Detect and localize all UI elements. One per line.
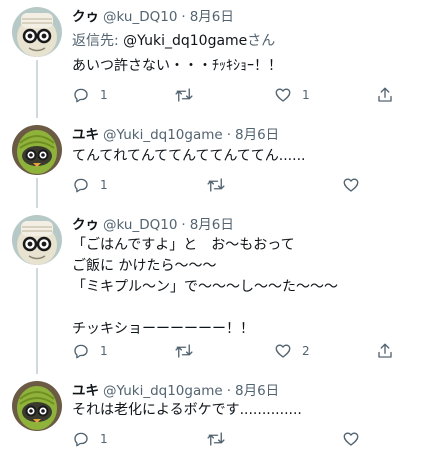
reply-icon	[72, 342, 90, 360]
reply-button[interactable]: 1	[72, 175, 108, 195]
tweet-text: てんてれてんててんててんててん......	[72, 148, 306, 164]
retweet-button[interactable]	[174, 85, 194, 105]
tweet-text: あいつ許さない・・・ﾁｯｷｼｮｰ！！	[72, 58, 282, 74]
tweet-header: クゥ @ku_DQ10 · 8月6日	[72, 216, 234, 234]
avatar-ku[interactable]	[12, 7, 62, 57]
tweet-date[interactable]: 8月6日	[235, 383, 279, 399]
reply-count: 1	[100, 88, 108, 102]
display-name[interactable]: クゥ	[72, 217, 99, 233]
reply-count: 1	[100, 178, 108, 192]
like-count: 2	[302, 344, 310, 358]
tweet-header: クゥ @ku_DQ10 · 8月6日	[72, 8, 234, 26]
display-name[interactable]: クゥ	[72, 9, 99, 25]
retweet-button[interactable]	[206, 429, 226, 449]
user-handle[interactable]: @ku_DQ10	[103, 217, 177, 233]
user-handle[interactable]: @Yuki_dq10game	[103, 127, 223, 143]
tweet-text: それは老化によるボケです..............	[72, 402, 302, 418]
retweet-icon	[206, 430, 226, 448]
separator-dot: ·	[226, 127, 231, 143]
user-handle[interactable]: @ku_DQ10	[103, 9, 177, 25]
reply-button[interactable]: 1	[72, 341, 108, 361]
retweet-icon	[206, 176, 226, 194]
avatar-yuki[interactable]	[12, 381, 62, 431]
conversation-thread: クゥ @ku_DQ10 · 8月6日 返信先: @Yuki_dq10gameさん あい…	[0, 0, 426, 457]
reply-icon	[72, 430, 90, 448]
heart-icon	[342, 430, 360, 448]
heart-icon	[342, 176, 360, 194]
reply-count: 1	[100, 432, 108, 446]
retweet-icon	[174, 342, 194, 360]
thread-connector-line	[36, 178, 38, 208]
reply-to-handle-link[interactable]: @Yuki_dq10game	[123, 33, 247, 49]
reply-button[interactable]: 1	[72, 85, 108, 105]
tweet-4[interactable]: ユキ @Yuki_dq10game · 8月6日 それは老化によるボケです......…	[0, 374, 426, 457]
like-button[interactable]	[342, 429, 360, 449]
display-name[interactable]: ユキ	[72, 127, 99, 143]
reply-to-label: 返信先:	[72, 33, 124, 49]
tweet-header: ユキ @Yuki_dq10game · 8月6日	[72, 382, 279, 400]
tweet-1[interactable]: クゥ @ku_DQ10 · 8月6日 返信先: @Yuki_dq10gameさん あい…	[0, 0, 426, 118]
tweet-actions: 1	[72, 429, 402, 449]
reply-button[interactable]: 1	[72, 429, 108, 449]
tweet-actions: 1 1	[72, 85, 402, 105]
avatar-ku[interactable]	[12, 215, 62, 265]
reply-icon	[72, 176, 90, 194]
tweet-date[interactable]: 8月6日	[190, 217, 234, 233]
retweet-button[interactable]	[174, 341, 194, 361]
retweet-icon	[174, 86, 194, 104]
tweet-date[interactable]: 8月6日	[190, 9, 234, 25]
tweet-actions: 1 2	[72, 341, 402, 361]
reply-count: 1	[100, 344, 108, 358]
thread-connector-line	[36, 268, 38, 374]
avatar-yuki[interactable]	[12, 125, 62, 175]
like-count: 1	[302, 88, 310, 102]
reply-to-suffix: さん	[247, 33, 276, 49]
share-button[interactable]	[376, 341, 394, 361]
separator-dot: ·	[226, 383, 231, 399]
separator-dot: ·	[181, 217, 186, 233]
tweet-date[interactable]: 8月6日	[235, 127, 279, 143]
thread-connector-line	[36, 60, 38, 118]
tweet-header: ユキ @Yuki_dq10game · 8月6日	[72, 126, 279, 144]
tweet-3[interactable]: クゥ @ku_DQ10 · 8月6日 「ごはんですよ」と お～もおって ご飯に かけた…	[0, 208, 426, 374]
tweet-2[interactable]: ユキ @Yuki_dq10game · 8月6日 てんてれてんててんててんててん...…	[0, 118, 426, 208]
share-button[interactable]	[376, 85, 394, 105]
share-icon	[376, 86, 394, 104]
like-button[interactable]: 1	[274, 85, 310, 105]
heart-icon	[274, 342, 292, 360]
separator-dot: ·	[181, 9, 186, 25]
tweet-text: 「ごはんですよ」と お～もおって ご飯に かけたら～～～ 「ミキプル～ン」で～～…	[72, 237, 338, 337]
like-button[interactable]	[342, 175, 360, 195]
like-button[interactable]: 2	[274, 341, 310, 361]
heart-icon	[274, 86, 292, 104]
retweet-button[interactable]	[206, 175, 226, 195]
reply-icon	[72, 86, 90, 104]
reply-to-line: 返信先: @Yuki_dq10gameさん	[72, 31, 275, 52]
user-handle[interactable]: @Yuki_dq10game	[103, 383, 223, 399]
display-name[interactable]: ユキ	[72, 383, 99, 399]
share-icon	[376, 342, 394, 360]
tweet-actions: 1	[72, 175, 402, 195]
